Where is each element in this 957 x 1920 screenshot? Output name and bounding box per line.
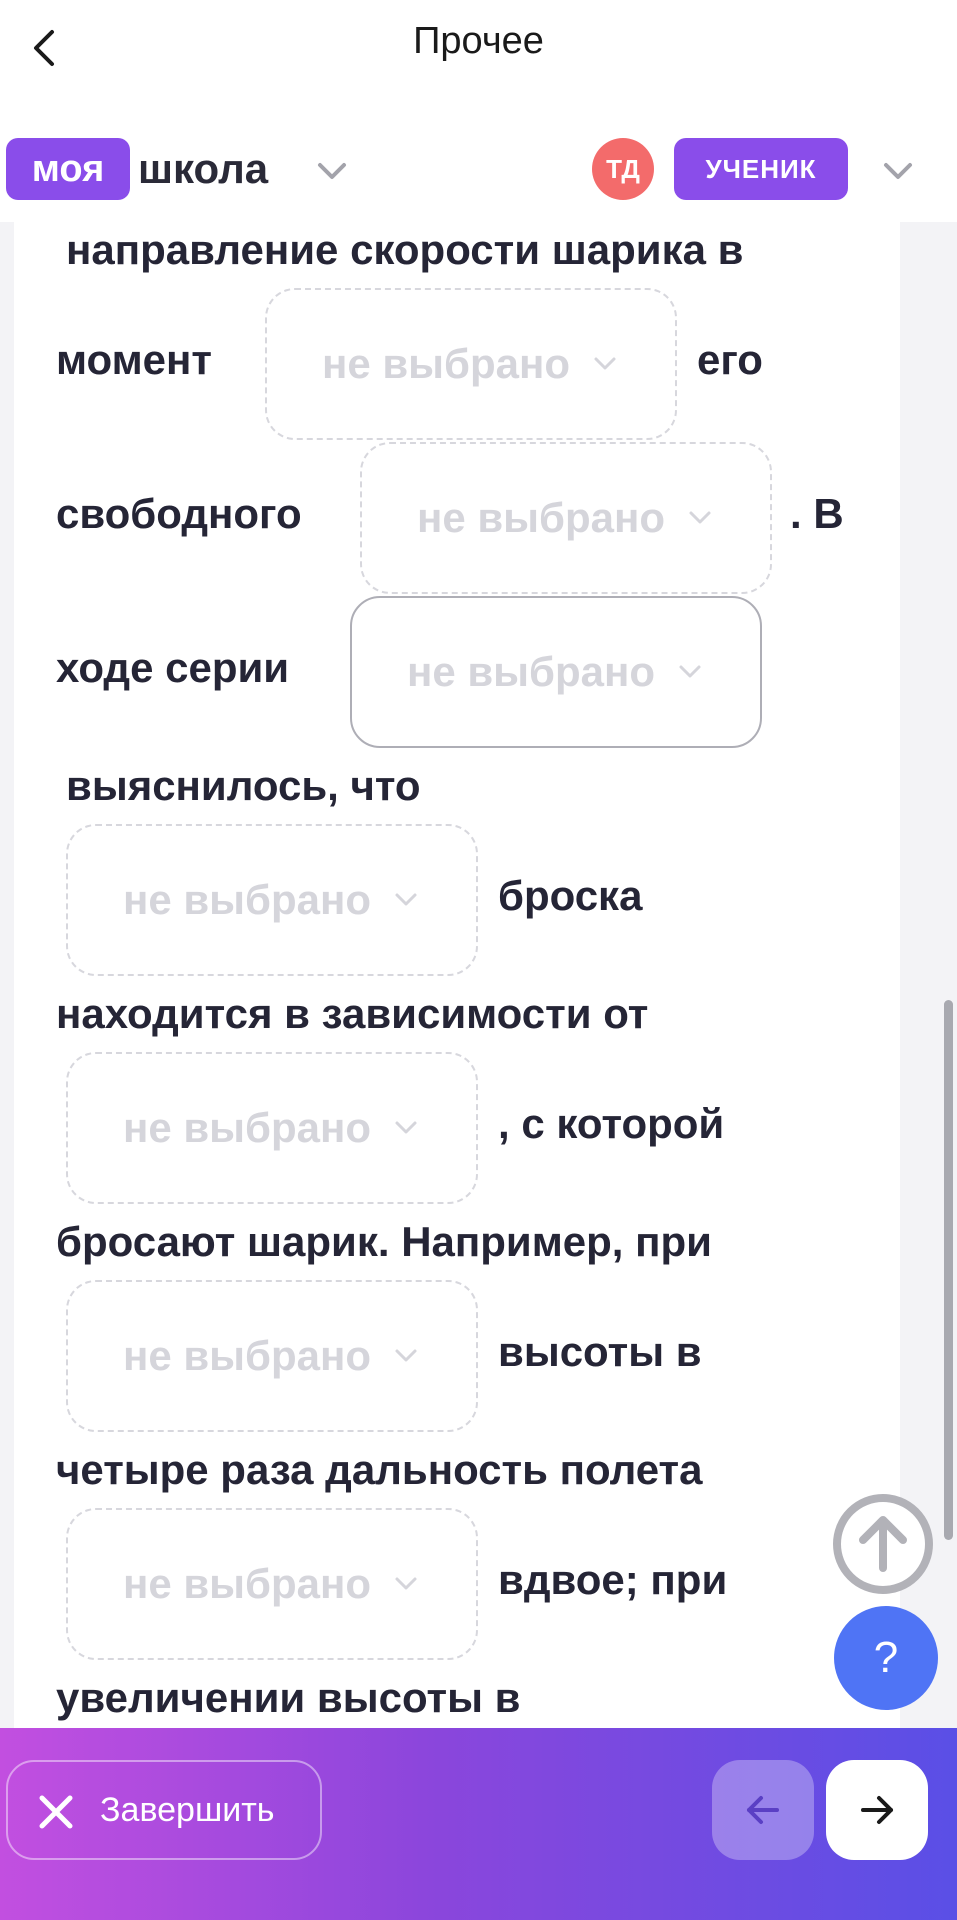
answer-select-4[interactable]: не выбрано (66, 824, 478, 976)
text-line: находится в зависимости от (56, 990, 649, 1037)
text-line: броска (498, 872, 643, 919)
text-line: его (697, 336, 763, 383)
chevron-down-icon (689, 511, 711, 524)
top-bar: Прочее (0, 0, 957, 110)
chevron-down-icon (679, 665, 701, 678)
answer-select-7[interactable]: не выбрано (66, 1508, 478, 1660)
avatar[interactable]: ТД (592, 138, 654, 200)
text-line: четыре раза дальность полета (56, 1446, 703, 1493)
select-placeholder: не выбрано (406, 648, 656, 695)
text-line: свободного (56, 490, 302, 537)
answer-select-3[interactable]: не выбрано (350, 596, 762, 748)
text-line: вдвое; при (498, 1556, 728, 1603)
finish-label: Завершить (100, 1791, 275, 1829)
chevron-down-icon (884, 163, 912, 179)
logo-word: школа (138, 145, 269, 192)
content-left-gutter (0, 222, 14, 1728)
page-title: Прочее (413, 20, 544, 62)
prev-button[interactable] (712, 1760, 814, 1860)
answer-select-1[interactable]: не выбрано (265, 288, 677, 440)
select-placeholder: не выбрано (416, 494, 666, 541)
text-line: момент (56, 336, 212, 383)
close-icon (39, 1795, 73, 1829)
text-line: выяснилось, что (66, 762, 421, 809)
text-line: увеличении высоты в (56, 1674, 521, 1721)
text-line: ходе серии (56, 644, 290, 691)
role-badge[interactable]: УЧЕНИК (674, 138, 848, 200)
select-placeholder: не выбрано (122, 876, 372, 923)
text-line: бросают шарик. Например, при (56, 1218, 712, 1265)
text-line: , с которой (498, 1100, 725, 1147)
select-placeholder: не выбрано (122, 1104, 372, 1151)
arrow-right-icon (861, 1796, 893, 1824)
answer-select-6[interactable]: не выбрано (66, 1280, 478, 1432)
select-placeholder: не выбрано (321, 340, 571, 387)
school-dropdown-toggle[interactable] (312, 156, 352, 186)
text-line: . В (790, 490, 844, 537)
scrollbar-thumb[interactable] (944, 1000, 953, 1540)
arrow-left-icon (747, 1796, 779, 1824)
chevron-down-icon (395, 1577, 417, 1590)
answer-select-2[interactable]: не выбрано (360, 442, 772, 594)
text-line: направление скорости шарика в (66, 226, 744, 273)
finish-button[interactable]: Завершить (6, 1760, 322, 1860)
select-placeholder: не выбрано (122, 1560, 372, 1607)
next-button[interactable] (826, 1760, 928, 1860)
select-placeholder: не выбрано (122, 1332, 372, 1379)
text-line: высоты в (498, 1328, 702, 1375)
answer-select-5[interactable]: не выбрано (66, 1052, 478, 1204)
chevron-down-icon (594, 357, 616, 370)
chevron-down-icon (395, 893, 417, 906)
chevron-down-icon (395, 1349, 417, 1362)
logo-box: моя (6, 138, 130, 200)
chevron-down-icon (318, 163, 346, 179)
profile-dropdown-toggle[interactable] (878, 156, 918, 186)
scroll-top-button[interactable] (833, 1494, 933, 1594)
help-button[interactable]: ? (834, 1606, 938, 1710)
arrow-up-icon (859, 1516, 907, 1572)
chevron-down-icon (395, 1121, 417, 1134)
